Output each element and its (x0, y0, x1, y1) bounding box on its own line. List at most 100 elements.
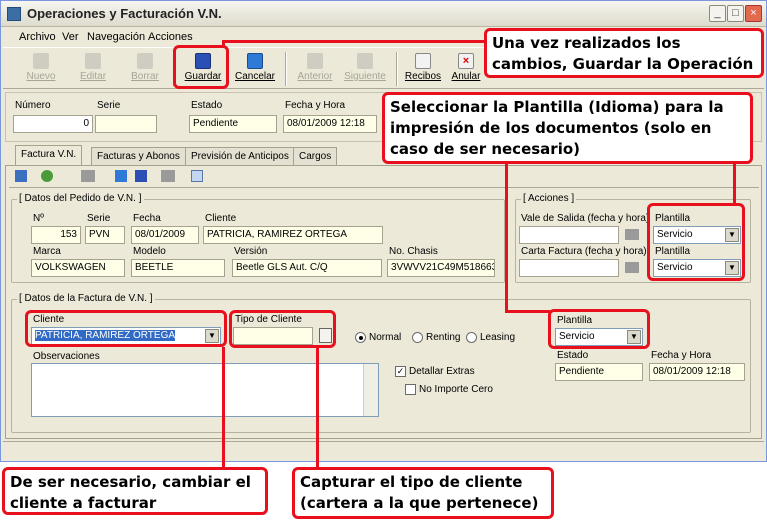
factura-estado-label: Estado (557, 350, 589, 361)
no-importe-cero-label: No Importe Cero (419, 384, 493, 395)
version-label: Versión (234, 246, 268, 257)
print-vale-icon[interactable] (625, 229, 639, 240)
tab-prevision-anticipos[interactable]: Previsión de Anticipos (185, 147, 295, 165)
new-button[interactable]: Nuevo (19, 50, 63, 88)
refresh-icon[interactable] (41, 170, 53, 182)
callout-cliente: De ser necesario, cambiar el cliente a f… (2, 467, 268, 515)
close-button[interactable]: × (745, 5, 762, 22)
connector-line (316, 347, 319, 467)
connector-line (222, 40, 225, 48)
tab-factura-vn[interactable]: Factura V.N. (15, 145, 83, 165)
chasis-field: 3VWVV21C49M518663 (387, 259, 495, 277)
void-label: Anular (451, 71, 481, 82)
pedido-serie-field: PVN (85, 226, 125, 244)
acciones-group-title: [ Acciones ] (521, 193, 577, 204)
connector-line (505, 164, 508, 312)
cancel-button[interactable]: Cancelar (233, 50, 277, 88)
detallar-extras-label: Detallar Extras (409, 366, 475, 377)
pedido-group-title: [ Datos del Pedido de V.N. ] (17, 193, 144, 204)
factura-fecha-label: Fecha y Hora (651, 350, 712, 361)
previous-button[interactable]: Anterior (293, 50, 337, 88)
no-importe-cero-checkbox[interactable] (405, 384, 416, 395)
detallar-extras-checkbox[interactable]: ✓ (395, 366, 406, 377)
pedido-fecha-label: Fecha (133, 213, 161, 224)
vale-salida-label: Vale de Salida (fecha y hora) (521, 213, 650, 224)
cancel-label: Cancelar (234, 71, 276, 82)
receipt-icon (415, 53, 431, 69)
receipts-button[interactable]: Recibos (401, 50, 445, 88)
carta-factura-field[interactable] (519, 259, 619, 277)
radio-normal[interactable] (355, 332, 366, 343)
up-arrow-icon (307, 53, 323, 69)
status-bar (3, 441, 764, 459)
delete-icon (137, 53, 153, 69)
callout-plantilla: Seleccionar la Plantilla (Idioma) para l… (382, 92, 753, 164)
menu-ver[interactable]: Ver (62, 31, 79, 43)
printer-icon[interactable] (81, 170, 95, 182)
receipts-label: Recibos (404, 71, 442, 82)
callout-guardar: Una vez realizados los cambios, Guardar … (484, 28, 764, 78)
serie-field[interactable] (95, 115, 157, 133)
chasis-label: No. Chasis (389, 246, 438, 257)
vale-salida-field[interactable] (519, 226, 619, 244)
menu-acciones[interactable]: Acciones (148, 31, 193, 43)
printer-options-icon[interactable] (161, 170, 175, 182)
divider (9, 187, 759, 188)
edit-button[interactable]: Editar (71, 50, 115, 88)
toolbar-separator (396, 52, 398, 86)
maximize-button[interactable]: □ (727, 5, 744, 22)
previous-label: Anterior (297, 71, 333, 82)
serie-label: Serie (97, 100, 121, 111)
observaciones-textarea[interactable] (31, 363, 379, 417)
preview-icon[interactable] (191, 170, 203, 182)
window-title: Operaciones y Facturación V.N. (27, 6, 222, 21)
marca-field: VOLKSWAGEN (31, 259, 125, 277)
pedido-fecha-field: 08/01/2009 (131, 226, 199, 244)
tab-facturas-abonos[interactable]: Facturas y Abonos (91, 147, 186, 165)
edit-label: Editar (79, 71, 107, 82)
print-carta-icon[interactable] (625, 262, 639, 273)
tab-cargos[interactable]: Cargos (293, 147, 338, 165)
radio-renting-label: Renting (426, 332, 461, 343)
carta-factura-label: Carta Factura (fecha y hora) (521, 246, 647, 257)
modelo-field: BEETLE (131, 259, 225, 277)
radio-renting[interactable] (412, 332, 423, 343)
delete-button[interactable]: Borrar (123, 50, 167, 88)
list-icon[interactable] (15, 170, 27, 182)
menu-navegacion[interactable]: Navegación (87, 31, 145, 43)
app-icon (7, 7, 21, 21)
document-icon[interactable] (115, 170, 127, 182)
delete-label: Borrar (131, 71, 159, 82)
edit-icon (85, 53, 101, 69)
minimize-button[interactable]: _ (709, 5, 726, 22)
undo-icon (247, 53, 263, 69)
pedido-cliente-label: Cliente (205, 213, 237, 224)
factura-fecha-field: 08/01/2009 12:18 (649, 363, 745, 381)
new-document-icon (33, 53, 49, 69)
version-field: Beetle GLS Aut. C/Q (232, 259, 382, 277)
down-arrow-icon (357, 53, 373, 69)
fecha-field: 08/01/2009 12:18 (283, 115, 377, 133)
secondary-toolbar (11, 168, 221, 186)
next-button[interactable]: Siguiente (343, 50, 387, 88)
highlight-acciones-plantilla (647, 203, 745, 281)
numero-field[interactable]: 0 (13, 115, 93, 133)
radio-leasing[interactable] (466, 332, 477, 343)
observaciones-scrollbar[interactable] (363, 364, 378, 416)
marca-label: Marca (33, 246, 61, 257)
connector-line (222, 347, 225, 469)
modelo-label: Modelo (133, 246, 166, 257)
fecha-label: Fecha y Hora (285, 100, 346, 111)
toolbar-separator (285, 52, 287, 86)
radio-normal-label: Normal (369, 332, 402, 343)
save-small-icon[interactable] (135, 170, 147, 182)
menu-archivo[interactable]: Archivo (19, 31, 56, 43)
new-label: Nuevo (26, 71, 56, 82)
pedido-serie-label: Serie (87, 213, 111, 224)
void-button[interactable]: × Anular (444, 50, 488, 88)
highlight-cliente (25, 310, 227, 347)
pedido-no-label: Nº (33, 213, 44, 224)
radio-leasing-label: Leasing (480, 332, 516, 343)
connector-line (733, 164, 736, 204)
pedido-cliente-field: PATRICIA, RAMIREZ ORTEGA (203, 226, 383, 244)
